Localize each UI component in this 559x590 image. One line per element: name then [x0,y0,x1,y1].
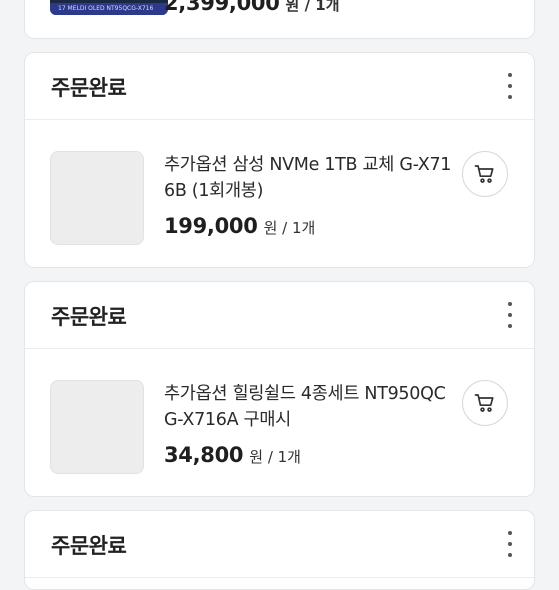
price-unit: 원 / 1개 [285,0,340,14]
order-card: 주문완료 추가옵션 힐링쉴드 4종세트 NT950QCG-X716A 구매시 3… [24,281,535,497]
product-title[interactable]: 추가옵션 삼성 NVMe 1TB 교체 G-X716B (1회개봉) [164,152,456,204]
thumbnail-band-text: 17 MELDI OLED NT95QCG-X716 [50,3,168,15]
price-unit: 원 / 1개 [263,219,316,237]
price-value: 2,399,000 [164,0,280,15]
order-item: 추가옵션 힐링쉴드 4종세트 NT950QCG-X716A 구매시 34,800… [25,349,534,495]
order-status: 주문완료 [51,305,127,329]
order-card: 주문완료 [24,510,535,590]
more-vertical-icon[interactable] [504,531,516,557]
order-status: 주문완료 [51,76,127,100]
price-value: 199,000 [164,214,258,238]
add-to-cart-button[interactable] [462,151,508,197]
price-line: 199,000 원 / 1개 [164,214,315,238]
cart-icon [474,165,494,183]
order-status: 주문완료 [51,534,127,558]
order-card: 17 MELDI OLED NT95QCG-X716 2,399,000 원 / … [24,0,535,39]
price-line: 34,800 원 / 1개 [164,443,301,467]
price-unit: 원 / 1개 [249,448,301,466]
more-vertical-icon[interactable] [504,73,516,99]
product-thumbnail[interactable]: 17 MELDI OLED NT95QCG-X716 [50,0,168,15]
add-to-cart-button[interactable] [462,380,508,426]
order-card: 주문완료 추가옵션 삼성 NVMe 1TB 교체 G-X716B (1회개봉) … [24,52,535,268]
order-card-header: 주문완료 [25,511,534,578]
more-vertical-icon[interactable] [504,302,516,328]
price-value: 34,800 [164,443,244,467]
product-title[interactable]: 추가옵션 힐링쉴드 4종세트 NT950QCG-X716A 구매시 [164,381,456,433]
order-card-header: 주문완료 [25,53,534,120]
product-thumbnail[interactable] [50,380,144,474]
order-card-header: 주문완료 [25,282,534,349]
order-item: 추가옵션 삼성 NVMe 1TB 교체 G-X716B (1회개봉) 199,0… [25,120,534,266]
price-line: 2,399,000 원 / 1개 [164,0,340,15]
product-thumbnail[interactable] [50,151,144,245]
cart-icon [474,394,494,412]
